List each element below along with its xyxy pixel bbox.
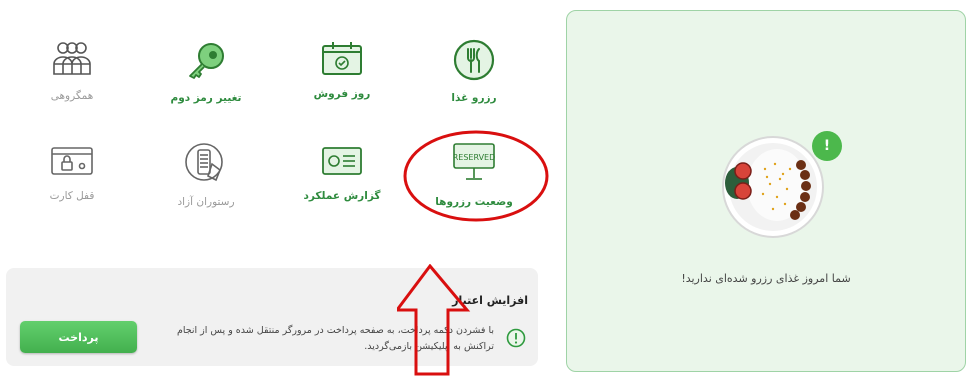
- tile-card-lock[interactable]: قفل کارت: [17, 140, 127, 202]
- tile-card-lock-label: قفل کارت: [49, 190, 95, 202]
- empty-reservation-panel: ! شما امروز غذای رزرو شده‌ای ندارید!: [566, 10, 966, 372]
- info-icon: [506, 328, 526, 348]
- empty-state-text: شما امروز غذای رزرو شده‌ای ندارید!: [681, 272, 851, 285]
- tile-reserve-food-label: رزرو غذا: [451, 92, 497, 104]
- key-icon: [189, 43, 224, 79]
- tile-free-restaurant-label: رستوران آزاد: [177, 196, 235, 208]
- tile-free-restaurant[interactable]: رستوران آزاد: [151, 140, 261, 208]
- tile-day-sale[interactable]: روز فروش: [287, 38, 397, 100]
- tile-performance-report-label: گزارش عملکرد: [303, 190, 381, 202]
- card-lock-icon: [51, 147, 93, 175]
- mobile-pay-icon: [185, 143, 223, 182]
- highlight-arrow: [397, 264, 471, 376]
- tile-day-sale-label: روز فروش: [313, 88, 371, 100]
- tile-group-members[interactable]: همگروهی: [17, 38, 127, 102]
- calendar-check-icon: [322, 42, 362, 75]
- group-icon: [53, 42, 91, 75]
- tile-reserve-food[interactable]: رزرو غذا: [419, 38, 529, 104]
- tile-change-password[interactable]: تغییر رمز دوم: [151, 38, 261, 104]
- fork-knife-icon: [453, 39, 495, 81]
- tile-group-members-label: همگروهی: [50, 90, 94, 102]
- tile-change-password-label: تغییر رمز دوم: [170, 92, 242, 104]
- warning-badge-text: !: [823, 138, 831, 154]
- tile-performance-report[interactable]: گزارش عملکرد: [287, 140, 397, 202]
- report-card-icon: [322, 147, 362, 175]
- warning-badge: !: [812, 131, 842, 161]
- highlight-ellipse: [403, 130, 549, 222]
- pay-button[interactable]: پرداخت: [20, 321, 137, 353]
